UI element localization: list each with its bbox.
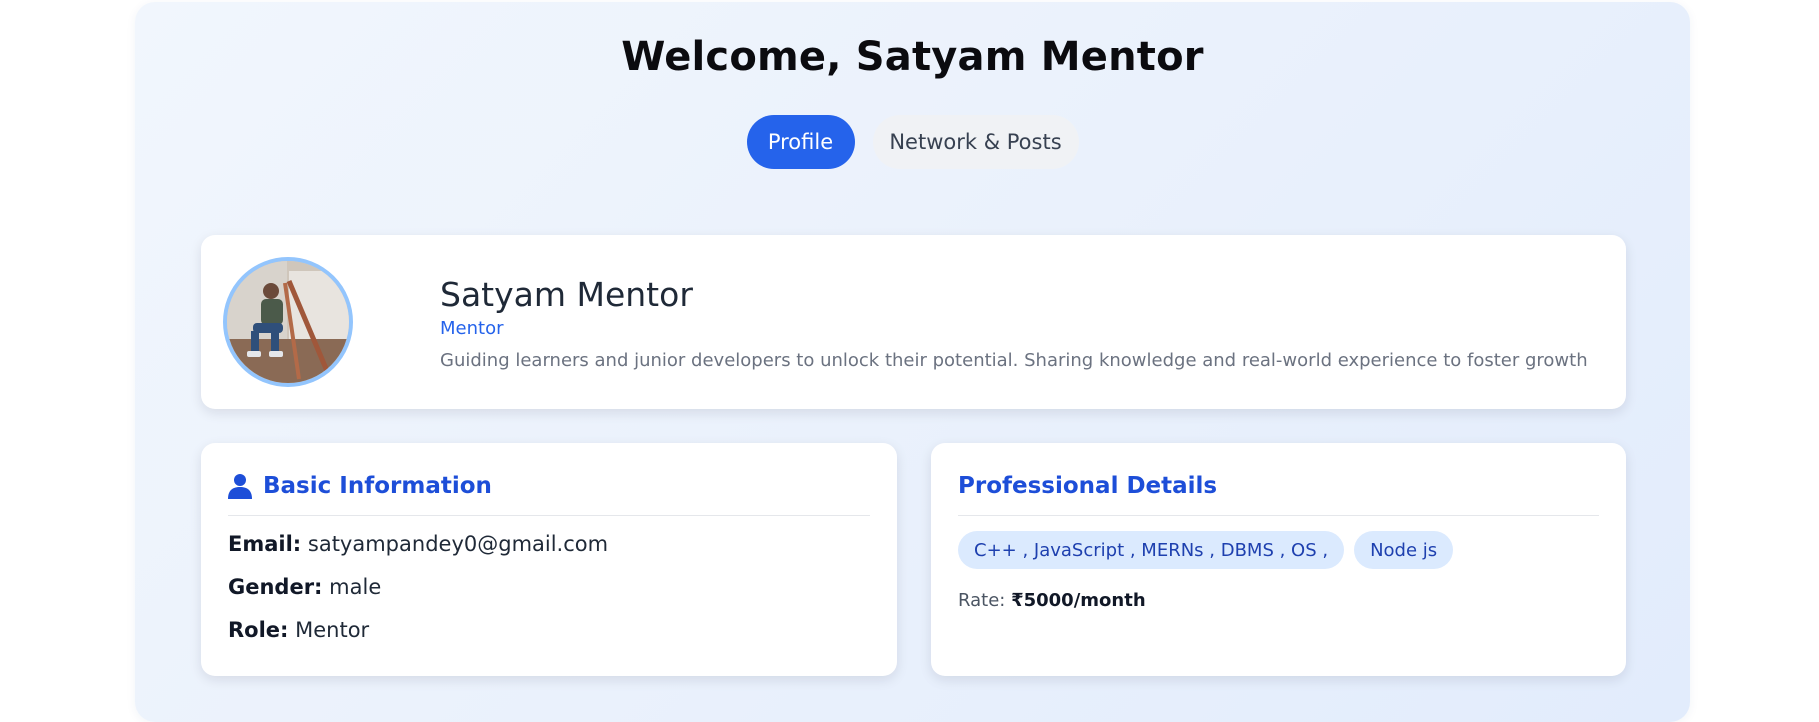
- welcome-heading: Welcome, Satyam Mentor: [621, 34, 1204, 80]
- basic-information-title: Basic Information: [263, 472, 492, 499]
- professional-details-header: Professional Details: [958, 472, 1599, 516]
- dashboard-panel: Welcome, Satyam Mentor Profile Network &…: [135, 2, 1690, 722]
- professional-details-card: Professional Details C++ , JavaScript , …: [931, 443, 1626, 676]
- email-row: Email: satyampandey0@gmail.com: [228, 532, 608, 556]
- tab-bar: Profile Network & Posts: [135, 115, 1690, 169]
- rate-row: Rate: ₹5000/month: [958, 590, 1146, 611]
- basic-information-card: Basic Information Email: satyampandey0@g…: [201, 443, 897, 676]
- skill-tags: C++ , JavaScript , MERNs , DBMS , OS , N…: [958, 531, 1454, 569]
- tab-profile[interactable]: Profile: [746, 115, 855, 169]
- profile-card: Satyam Mentor Mentor Guiding learners an…: [201, 235, 1626, 409]
- gender-value: male: [329, 575, 382, 599]
- rate-label: Rate:: [958, 590, 1006, 611]
- tab-network-posts[interactable]: Network & Posts: [872, 115, 1079, 169]
- profile-bio: Guiding learners and junior developers t…: [440, 350, 1588, 371]
- avatar-photo: [227, 261, 349, 383]
- role-row: Role: Mentor: [228, 618, 369, 642]
- skill-tag: C++ , JavaScript , MERNs , DBMS , OS ,: [958, 531, 1345, 569]
- email-label: Email:: [228, 532, 302, 556]
- avatar[interactable]: [223, 257, 353, 387]
- role-label: Role:: [228, 618, 289, 642]
- profile-role: Mentor: [440, 318, 504, 339]
- rate-value: ₹5000/month: [1011, 590, 1146, 611]
- email-value: satyampandey0@gmail.com: [307, 532, 609, 556]
- professional-details-title: Professional Details: [958, 472, 1218, 499]
- basic-information-header: Basic Information: [228, 472, 870, 516]
- user-icon: [228, 473, 252, 499]
- skill-tag: Node js: [1354, 531, 1454, 569]
- gender-label: Gender:: [228, 575, 323, 599]
- role-value: Mentor: [295, 618, 370, 642]
- gender-row: Gender: male: [228, 575, 381, 599]
- profile-name: Satyam Mentor: [440, 275, 693, 314]
